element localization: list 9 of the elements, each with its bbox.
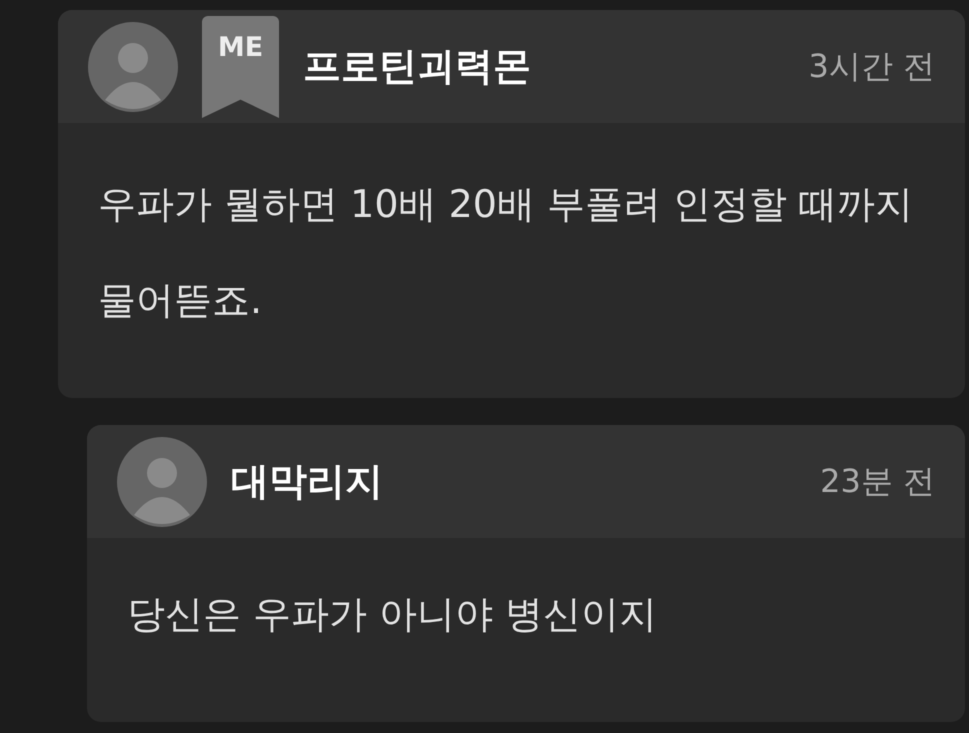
me-badge: ME <box>202 16 279 118</box>
avatar-icon <box>88 22 178 112</box>
author-name[interactable]: 대막리지 <box>231 456 796 507</box>
avatar-icon <box>117 436 207 526</box>
comment-time: 3시간 전 <box>808 46 935 86</box>
comment-text: 우파가 뭘하면 10배 20배 부풀려 인정할 때까지 물어뜯죠. <box>98 181 914 324</box>
comment-text: 당신은 우파가 아니야 병신이지 <box>127 591 658 638</box>
comment-time: 23분 전 <box>820 460 935 502</box>
author-name[interactable]: 프로틴괴력몬 <box>303 41 784 92</box>
